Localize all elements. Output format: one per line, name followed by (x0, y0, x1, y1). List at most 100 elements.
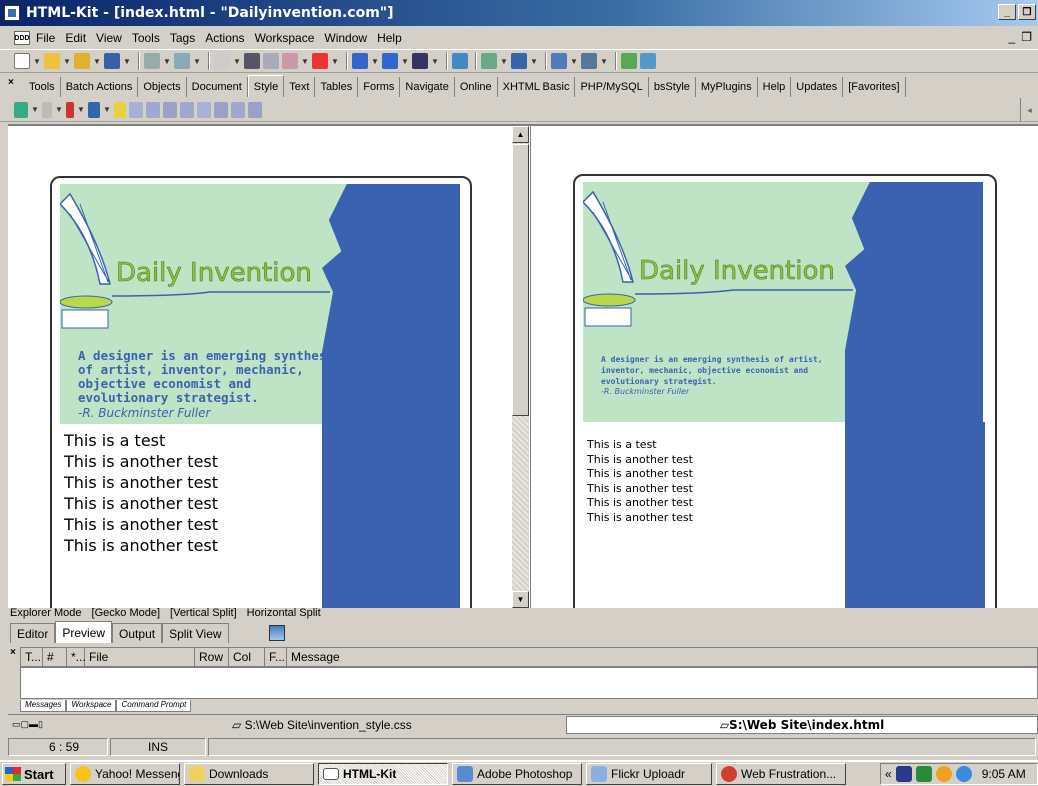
restore-button[interactable]: ❐ (1018, 4, 1036, 20)
vertical-scrollbar[interactable]: ▲ ▼ (512, 126, 529, 608)
chevron-left-icon[interactable]: ◂ (1020, 98, 1038, 122)
tab-objects[interactable]: Objects (138, 77, 187, 97)
chevron-down-icon[interactable]: ▼ (500, 57, 508, 66)
tab-forms[interactable]: Forms (358, 77, 401, 97)
window-icon[interactable] (640, 53, 656, 69)
menu-file[interactable]: File (36, 31, 55, 45)
chevron-down-icon[interactable]: ▼ (55, 105, 63, 114)
edit-id-icon[interactable] (163, 101, 177, 118)
clock[interactable]: 9:05 AM (982, 767, 1026, 781)
chevron-down-icon[interactable]: ▼ (193, 57, 201, 66)
tab-document[interactable]: Document (187, 77, 248, 97)
column-f[interactable]: F... (265, 648, 287, 666)
edit-style-icon[interactable] (129, 101, 143, 118)
mdi-minimize-button[interactable]: _ (1009, 30, 1016, 44)
tab-myplugins[interactable]: MyPlugins (696, 77, 758, 97)
chevron-down-icon[interactable]: ▼ (401, 57, 409, 66)
chevron-down-icon[interactable]: ▼ (93, 57, 101, 66)
close-icon[interactable]: × (8, 77, 20, 89)
mode-vertical-split[interactable]: [Vertical Split] (170, 607, 237, 619)
task-adobe-photoshop[interactable]: Adobe Photoshop (452, 763, 582, 785)
chevron-down-icon[interactable]: ▼ (233, 57, 241, 66)
open-folder-icon[interactable] (44, 53, 60, 69)
tray-messenger-icon[interactable] (935, 766, 952, 782)
panel-buttons-icon[interactable]: ▭▢▬▯ (8, 719, 68, 730)
tab-help[interactable]: Help (758, 77, 792, 97)
tray-app-icon[interactable] (895, 766, 912, 782)
document-icon[interactable]: DDD (14, 31, 30, 45)
menu-workspace[interactable]: Workspace (255, 31, 315, 45)
tab-navigate[interactable]: Navigate (400, 77, 455, 97)
task-html-kit[interactable]: HTML-Kit (318, 763, 448, 785)
task-downloads[interactable]: Downloads (184, 763, 314, 785)
menu-help[interactable]: Help (377, 31, 402, 45)
menu-view[interactable]: View (96, 31, 122, 45)
tab-bsstyle[interactable]: bsStyle (649, 77, 696, 97)
undo-icon[interactable] (352, 53, 368, 69)
preview-options-icon[interactable] (268, 625, 285, 641)
insert-rule-icon[interactable] (197, 101, 211, 118)
menu-edit[interactable]: Edit (65, 31, 86, 45)
tab-messages[interactable]: Messages (20, 700, 67, 712)
explorer-preview-pane[interactable]: Daily Invention A designer is an emergin… (8, 126, 512, 608)
column-row[interactable]: Row (195, 648, 229, 666)
tab-online[interactable]: Online (455, 77, 498, 97)
chevron-down-icon[interactable]: ▼ (33, 57, 41, 66)
chevron-down-icon[interactable]: ▼ (371, 57, 379, 66)
tab-updates[interactable]: Updates (791, 77, 844, 97)
chevron-down-icon[interactable]: ▼ (570, 57, 578, 66)
tools-icon[interactable] (621, 53, 637, 69)
column-file[interactable]: File (85, 648, 195, 666)
save-icon[interactable] (104, 53, 120, 69)
chevron-down-icon[interactable]: ▼ (163, 57, 171, 66)
column-number[interactable]: # (43, 648, 67, 666)
start-button[interactable]: Start (2, 763, 66, 785)
html-file-path[interactable]: ▱ S:\Web Site\index.html (566, 715, 1038, 734)
validate-style-icon[interactable] (231, 101, 245, 118)
messages-list[interactable] (20, 667, 1038, 699)
insert-style-icon[interactable] (180, 101, 194, 118)
menu-actions[interactable]: Actions (205, 31, 244, 45)
format-style-icon[interactable] (248, 101, 262, 118)
task-yahoo-messenger[interactable]: Yahoo! Messeng... (70, 763, 180, 785)
chevron-down-icon[interactable]: ▼ (31, 105, 39, 114)
find-icon[interactable] (412, 53, 428, 69)
menu-window[interactable]: Window (324, 31, 367, 45)
tab-tools[interactable]: Tools (24, 77, 61, 97)
tab-batch-actions[interactable]: Batch Actions (61, 77, 139, 97)
tray-chevron-icon[interactable]: « (885, 767, 892, 781)
mode-horizontal-split[interactable]: Horizontal Split (247, 607, 321, 619)
cut-icon[interactable] (244, 53, 260, 69)
task-web-frustration[interactable]: Web Frustration... (716, 763, 846, 785)
minimize-button[interactable]: _ (998, 4, 1016, 20)
plugins-icon[interactable] (481, 53, 497, 69)
task-flickr-uploadr[interactable]: Flickr Uploadr (586, 763, 712, 785)
column-col[interactable]: Col (229, 648, 265, 666)
mode-explorer[interactable]: Explorer Mode (10, 607, 82, 619)
chevron-down-icon[interactable]: ▼ (530, 57, 538, 66)
class-icon[interactable] (114, 101, 126, 118)
tab-output[interactable]: Output (112, 623, 163, 643)
close-icon[interactable]: × (10, 647, 16, 658)
help-icon[interactable] (511, 53, 527, 69)
chevron-down-icon[interactable]: ▼ (123, 57, 131, 66)
delete-icon[interactable] (312, 53, 328, 69)
tab-favorites[interactable]: [Favorites] (843, 77, 906, 97)
style-icon[interactable] (14, 101, 28, 118)
chevron-down-icon[interactable]: ▼ (77, 105, 85, 114)
font-size-icon[interactable] (42, 101, 52, 118)
mdi-restore-button[interactable]: ❐ (1021, 30, 1032, 44)
publish-icon[interactable] (174, 53, 190, 69)
tab-preview[interactable]: Preview (55, 621, 113, 643)
wizard-icon[interactable] (214, 101, 228, 118)
select-icon[interactable] (214, 53, 230, 69)
scroll-up-icon[interactable]: ▲ (512, 126, 529, 143)
insert-mode[interactable]: INS (110, 738, 206, 756)
menu-tags[interactable]: Tags (170, 31, 195, 45)
css-property-icon[interactable] (66, 101, 74, 118)
chevron-down-icon[interactable]: ▼ (301, 57, 309, 66)
css-file-path[interactable]: ▱ S:\Web Site\invention_style.css (232, 718, 412, 732)
browser-icon[interactable] (581, 53, 597, 69)
edit-class-icon[interactable] (146, 101, 160, 118)
tray-update-icon[interactable] (955, 766, 972, 782)
